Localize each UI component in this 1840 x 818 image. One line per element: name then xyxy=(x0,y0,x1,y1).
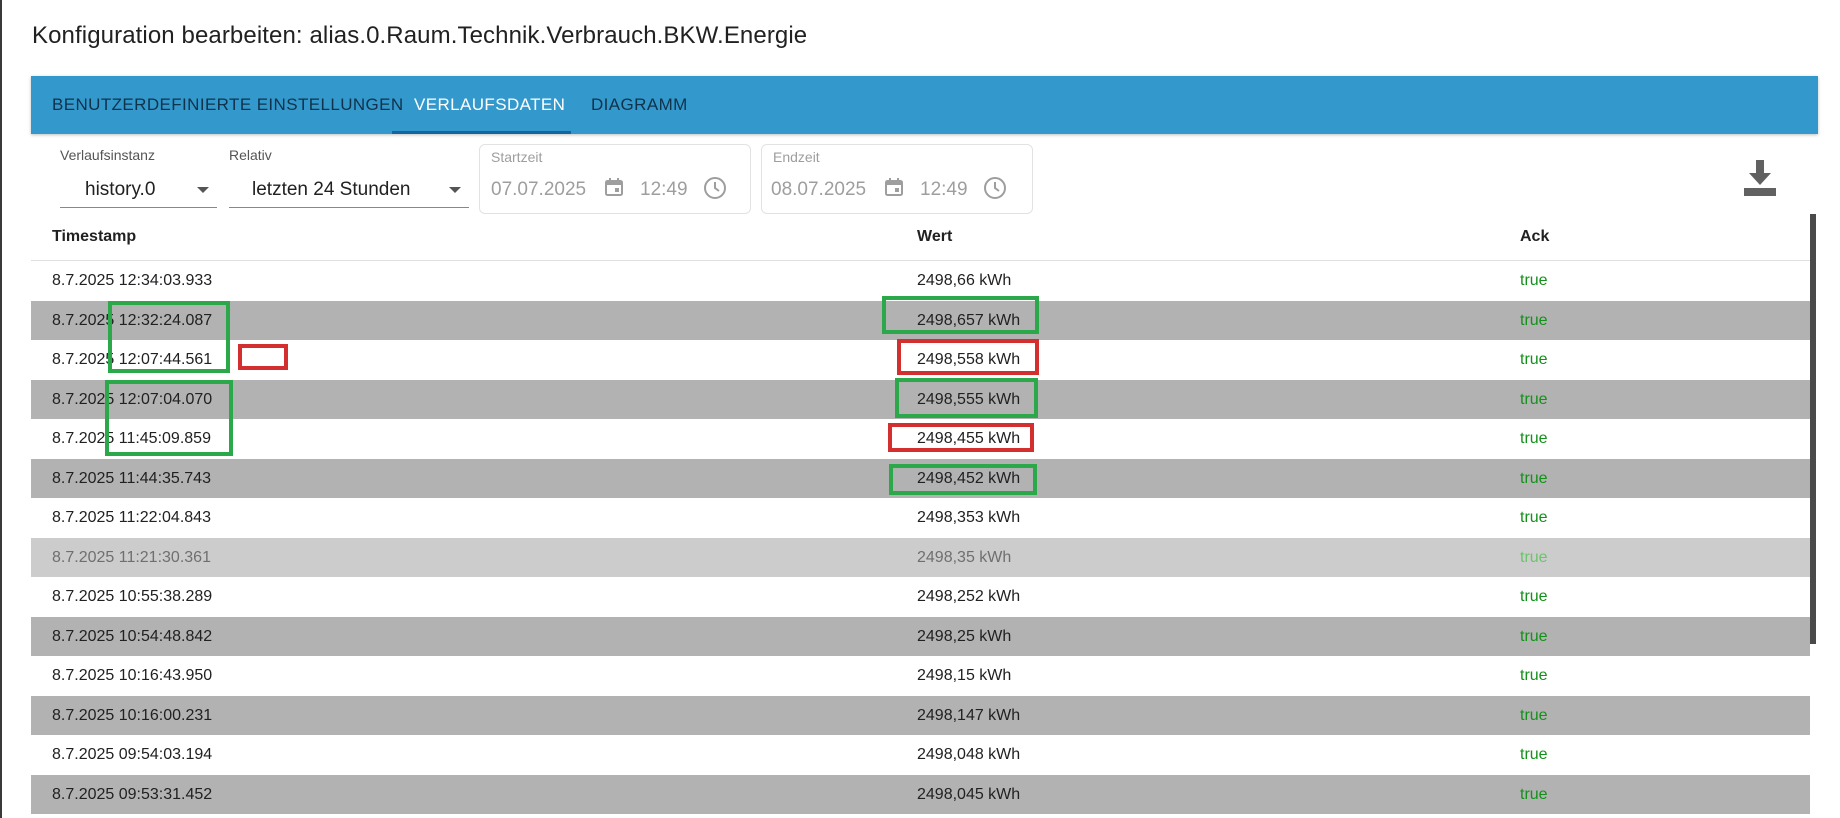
value-cell: 2498,048 kWh xyxy=(917,746,1021,763)
table-row[interactable]: 8.7.2025 10:55:38.289 2498,252 kWh true xyxy=(31,577,1810,617)
timestamp-cell: 8.7.2025 10:55:38.289 xyxy=(52,588,213,605)
history-table: Timestamp Wert Ack 8.7.2025 12:34:03.933… xyxy=(31,214,1810,814)
chevron-down-icon xyxy=(197,187,209,193)
tab-history-data[interactable]: VERLAUFSDATEN xyxy=(414,76,565,134)
ack-cell: true xyxy=(1520,390,1548,408)
ack-cell: true xyxy=(1520,627,1548,645)
end-time-value: 12:49 xyxy=(920,179,968,200)
timestamp-cell: 8.7.2025 12:07:44.561 xyxy=(52,351,213,368)
table-scrollbar[interactable] xyxy=(1810,214,1816,644)
table-row[interactable]: 8.7.2025 11:44:35.743 2498,452 kWh true xyxy=(31,458,1810,498)
ack-cell: true xyxy=(1520,430,1548,447)
table-row[interactable]: 8.7.2025 10:54:48.842 2498,25 kWh true xyxy=(31,616,1810,656)
timestamp-cell: 8.7.2025 10:54:48.842 xyxy=(52,627,213,645)
clock-icon[interactable] xyxy=(702,175,728,201)
timestamp-cell: 8.7.2025 09:53:31.452 xyxy=(52,785,213,803)
table-row[interactable]: 8.7.2025 09:53:31.452 2498,045 kWh true xyxy=(31,774,1810,814)
instance-label: Verlaufsinstanz xyxy=(60,147,155,163)
value-cell: 2498,66 kWh xyxy=(917,272,1012,289)
relative-select[interactable]: letzten 24 Stunden xyxy=(229,172,469,208)
table-row[interactable]: 8.7.2025 11:45:09.859 2498,455 kWh true xyxy=(31,419,1810,459)
table-row[interactable]: 8.7.2025 12:32:24.087 2498,657 kWh true xyxy=(31,300,1810,340)
ack-cell: true xyxy=(1520,706,1548,724)
column-header-ack[interactable]: Ack xyxy=(1520,228,1549,246)
value-cell: 2498,455 kWh xyxy=(917,430,1021,447)
value-cell: 2498,15 kWh xyxy=(917,667,1012,684)
table-row[interactable]: 8.7.2025 09:54:03.194 2498,048 kWh true xyxy=(31,735,1810,775)
start-time-field[interactable]: Startzeit 07.07.2025 12:49 xyxy=(479,144,751,214)
value-cell: 2498,452 kWh xyxy=(917,469,1021,487)
instance-value: history.0 xyxy=(85,179,156,200)
chevron-down-icon xyxy=(449,187,461,193)
value-cell: 2498,25 kWh xyxy=(917,627,1012,645)
value-cell: 2498,657 kWh xyxy=(917,311,1021,329)
value-cell: 2498,252 kWh xyxy=(917,588,1021,605)
column-header-value[interactable]: Wert xyxy=(917,228,952,246)
ack-cell: true xyxy=(1520,667,1548,684)
column-header-timestamp[interactable]: Timestamp xyxy=(52,228,136,246)
ack-cell: true xyxy=(1520,351,1548,368)
timestamp-cell: 8.7.2025 12:34:03.933 xyxy=(52,272,213,289)
history-toolbar: Verlaufsinstanz history.0 Relativ letzte… xyxy=(2,134,1840,214)
clock-icon[interactable] xyxy=(982,175,1008,201)
tab-chart[interactable]: DIAGRAMM xyxy=(591,76,688,134)
table-row[interactable]: 8.7.2025 12:07:04.070 2498,555 kWh true xyxy=(31,379,1810,419)
end-time-label: Endzeit xyxy=(773,149,820,165)
start-date-value: 07.07.2025 xyxy=(491,179,587,200)
start-time-value: 12:49 xyxy=(640,179,688,200)
value-cell: 2498,353 kWh xyxy=(917,509,1021,526)
start-time-label: Startzeit xyxy=(491,149,543,165)
end-date-value: 08.07.2025 xyxy=(771,179,867,200)
timestamp-cell: 8.7.2025 12:07:04.070 xyxy=(52,390,213,408)
dialog-title: Konfiguration bearbeiten: alias.0.Raum.T… xyxy=(32,22,808,49)
table-row[interactable]: 8.7.2025 11:21:30.361 2498,35 kWh true xyxy=(31,537,1810,577)
table-row[interactable]: 8.7.2025 10:16:00.231 2498,147 kWh true xyxy=(31,695,1810,735)
timestamp-cell: 8.7.2025 12:32:24.087 xyxy=(52,311,213,329)
tab-custom-settings[interactable]: BENUTZERDEFINIERTE EINSTELLUNGEN xyxy=(52,76,404,134)
ack-cell: true xyxy=(1520,548,1548,566)
relative-value: letzten 24 Stunden xyxy=(252,179,411,200)
value-cell: 2498,35 kWh xyxy=(917,548,1012,566)
calendar-icon[interactable] xyxy=(602,175,626,199)
download-icon[interactable] xyxy=(1742,158,1778,198)
table-row[interactable]: 8.7.2025 12:34:03.933 2498,66 kWh true xyxy=(31,261,1810,301)
edit-config-dialog: Konfiguration bearbeiten: alias.0.Raum.T… xyxy=(2,0,1840,818)
table-header: Timestamp Wert Ack xyxy=(31,214,1810,261)
ack-cell: true xyxy=(1520,588,1548,605)
tab-bar: BENUTZERDEFINIERTE EINSTELLUNGEN VERLAUF… xyxy=(31,76,1818,134)
calendar-icon[interactable] xyxy=(882,175,906,199)
timestamp-cell: 8.7.2025 11:22:04.843 xyxy=(52,509,211,526)
table-row[interactable]: 8.7.2025 10:16:43.950 2498,15 kWh true xyxy=(31,656,1810,696)
ack-cell: true xyxy=(1520,272,1548,289)
ack-cell: true xyxy=(1520,746,1548,763)
value-cell: 2498,045 kWh xyxy=(917,785,1021,803)
ack-cell: true xyxy=(1520,785,1548,803)
timestamp-cell: 8.7.2025 10:16:00.231 xyxy=(52,706,213,724)
end-time-field[interactable]: Endzeit 08.07.2025 12:49 xyxy=(761,144,1033,214)
ack-cell: true xyxy=(1520,469,1548,487)
timestamp-cell: 8.7.2025 11:21:30.361 xyxy=(52,548,211,566)
value-cell: 2498,555 kWh xyxy=(917,390,1021,408)
table-row[interactable]: 8.7.2025 11:22:04.843 2498,353 kWh true xyxy=(31,498,1810,538)
timestamp-cell: 8.7.2025 11:45:09.859 xyxy=(52,430,211,447)
value-cell: 2498,558 kWh xyxy=(917,351,1021,368)
timestamp-cell: 8.7.2025 09:54:03.194 xyxy=(52,746,213,763)
value-cell: 2498,147 kWh xyxy=(917,706,1021,724)
timestamp-cell: 8.7.2025 10:16:43.950 xyxy=(52,667,213,684)
ack-cell: true xyxy=(1520,311,1548,329)
timestamp-cell: 8.7.2025 11:44:35.743 xyxy=(52,469,211,487)
relative-label: Relativ xyxy=(229,147,272,163)
instance-select[interactable]: history.0 xyxy=(60,172,217,208)
ack-cell: true xyxy=(1520,509,1548,526)
table-row[interactable]: 8.7.2025 12:07:44.561 2498,558 kWh true xyxy=(31,340,1810,380)
